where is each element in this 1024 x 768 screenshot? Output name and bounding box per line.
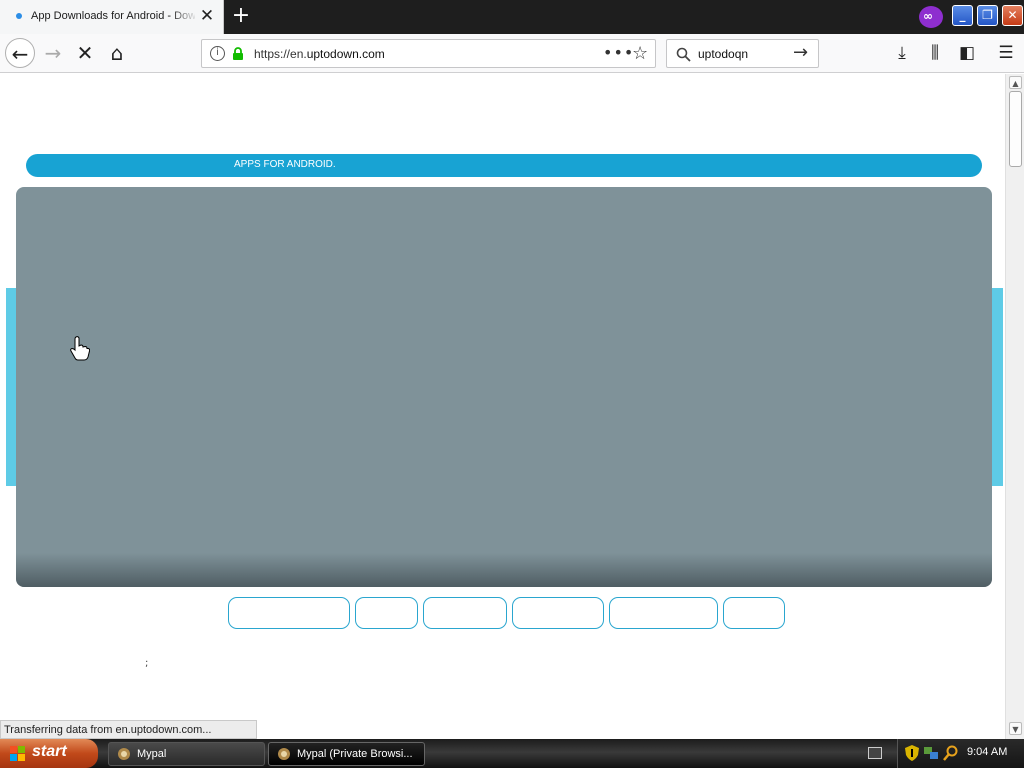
taskbar-item-mypal-private[interactable]: Mypal (Private Browsi... [268, 742, 425, 766]
page-content: APPS FOR ANDROID. ; [0, 74, 1005, 719]
keyboard-icon[interactable] [868, 747, 882, 759]
tab-title-fade [170, 6, 198, 28]
hero-slider[interactable] [16, 187, 992, 587]
windows-flag-icon [10, 746, 25, 761]
scroll-thumb[interactable] [1009, 91, 1022, 167]
banner-text: APPS FOR ANDROID. [234, 159, 336, 170]
category-pill-5[interactable] [609, 597, 718, 629]
tab-close-icon[interactable]: ✕ [199, 6, 215, 26]
status-text: Transferring data from en.uptodown.com..… [4, 724, 212, 736]
hero-bottom-shade [16, 553, 992, 587]
search-bar[interactable]: uptodoqn → [666, 39, 819, 68]
hand-cursor-icon [70, 336, 90, 361]
forward-button[interactable]: → [38, 38, 68, 68]
category-pill-3[interactable] [423, 597, 507, 629]
window-close-button[interactable]: ✕ [1002, 5, 1023, 26]
url-prefix: https://en. [254, 47, 307, 61]
url-bar[interactable]: i https://en.uptodown.com ••• ☆ [201, 39, 656, 68]
search-go-icon[interactable]: → [793, 42, 808, 63]
url-text: https://en.uptodown.com [254, 47, 385, 61]
search-tray-icon[interactable] [943, 745, 958, 761]
sidebar-icon[interactable]: ◧ [955, 41, 979, 65]
tab-app-downloads[interactable]: App Downloads for Android - Download ✕ [0, 0, 224, 34]
new-tab-button[interactable]: + [230, 4, 252, 28]
lock-icon [233, 47, 243, 60]
page-actions-icon[interactable]: ••• [603, 43, 634, 62]
carousel-next-button[interactable] [991, 288, 1003, 486]
taskbar-item-mypal[interactable]: Mypal [108, 742, 265, 766]
stop-loading-button[interactable]: ✕ [70, 38, 100, 68]
scroll-up-arrow-icon[interactable]: ▲ [1009, 76, 1022, 89]
back-button[interactable]: ← [5, 38, 35, 68]
start-label: start [32, 743, 67, 760]
page-scrollbar[interactable]: ▲ ▼ [1005, 74, 1024, 739]
downloads-icon[interactable]: ⤓ [890, 41, 914, 65]
category-pill-4[interactable] [512, 597, 604, 629]
restore-button[interactable]: ❐ [977, 5, 998, 26]
taskbar-clock[interactable]: 9:04 AM [967, 746, 1007, 758]
start-button[interactable]: start [0, 739, 98, 768]
tab-loading-dot [16, 13, 22, 19]
bookmark-star-icon[interactable]: ☆ [632, 43, 648, 64]
library-icon[interactable]: ⫼ [923, 41, 947, 65]
category-pill-6[interactable] [723, 597, 785, 629]
search-icon [676, 47, 691, 62]
category-pill-2[interactable] [355, 597, 418, 629]
taskbar-item-label: Mypal [137, 748, 167, 760]
page-text-fragment: ; [145, 658, 149, 669]
private-browsing-icon: ∞ [919, 6, 943, 28]
taskbar-item-label: Mypal (Private Browsi... [297, 748, 413, 760]
security-shield-icon[interactable] [905, 745, 919, 761]
apps-banner[interactable]: APPS FOR ANDROID. [26, 154, 982, 177]
minimize-button[interactable]: _ [952, 5, 973, 26]
category-pill-1[interactable] [228, 597, 350, 629]
site-info-icon[interactable]: i [210, 46, 225, 61]
search-input[interactable]: uptodoqn [698, 47, 748, 61]
mypal-app-icon [118, 748, 130, 760]
scroll-down-arrow-icon[interactable]: ▼ [1009, 722, 1022, 735]
home-button[interactable]: ⌂ [102, 38, 132, 68]
network-icon[interactable] [924, 745, 939, 761]
menu-icon[interactable]: ☰ [994, 41, 1018, 65]
mypal-app-icon [278, 748, 290, 760]
url-domain: uptodown.com [306, 47, 385, 61]
status-panel: Transferring data from en.uptodown.com..… [0, 720, 257, 739]
